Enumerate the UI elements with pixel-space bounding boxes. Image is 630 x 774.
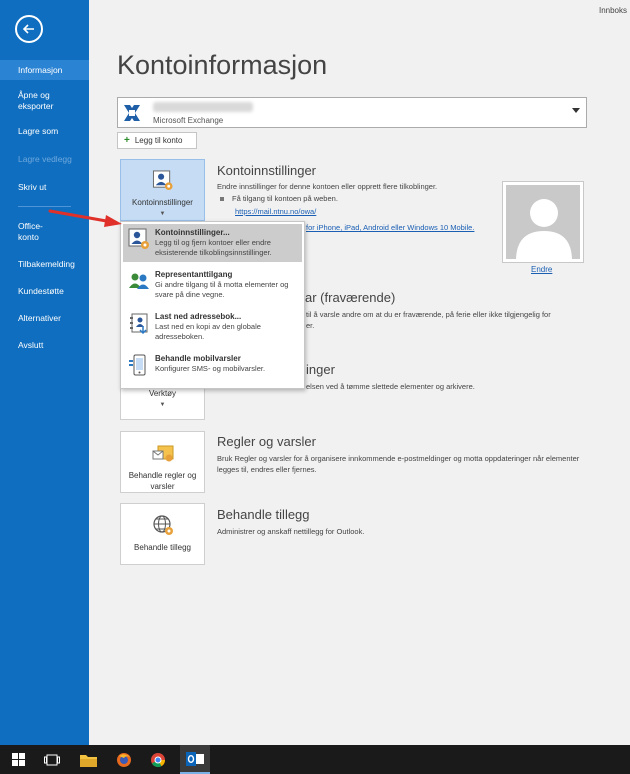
chevron-down-icon [572, 108, 580, 113]
menu-item-desc: Gi andre tilgang til å motta elementer o… [155, 280, 289, 299]
exchange-icon [121, 102, 143, 124]
addins-title: Behandle tillegg [217, 507, 310, 522]
back-button[interactable] [15, 15, 43, 43]
profile-picture[interactable] [502, 181, 584, 263]
auto-reply-desc-1: til å varsle andre om at du er fraværend… [306, 310, 551, 319]
tools-tile-label: Verktøy [148, 389, 177, 398]
addins-tile[interactable]: Behandle tillegg [120, 503, 205, 565]
person-silhouette-icon [516, 199, 572, 259]
menu-item-desc: Last ned en kopi av den globale adresseb… [155, 322, 261, 341]
menu-item-title: Last ned adressebok... [155, 312, 242, 321]
globe-icon [152, 515, 173, 535]
page-title: Kontoinformasjon [117, 50, 328, 80]
firefox-button[interactable] [110, 745, 138, 774]
rules-desc: Bruk Regler og varsler for å organisere … [217, 454, 580, 474]
cleanup-desc: elsen ved å tømme slettede elementer og … [306, 382, 475, 391]
account-email-redacted [153, 102, 253, 112]
auto-reply-title: ar (fraværende) [305, 290, 396, 305]
arrow-left-icon [22, 24, 34, 34]
addins-tile-label: Behandle tillegg [134, 543, 191, 552]
chrome-icon [151, 752, 166, 767]
bullet-icon [220, 197, 224, 202]
cleanup-title: inger [306, 362, 335, 377]
add-account-label: Legg til konto [134, 136, 183, 145]
account-web-bullet: Få tilgang til kontoen på weben. [220, 194, 338, 203]
windows-start-icon [11, 753, 25, 766]
nav-item-apne-eksporter[interactable]: Åpne og eksporter [0, 90, 70, 112]
menu-item-desc: Legg til og fjern kontoer eller endre ek… [155, 238, 272, 257]
account-settings-tile[interactable]: Kontoinnstillinger ▼ [120, 159, 205, 221]
change-photo-link[interactable]: Endre [531, 265, 552, 274]
account-settings-title: Kontoinnstillinger [217, 163, 317, 178]
address-book-icon [130, 313, 148, 334]
owa-link[interactable]: https://mail.ntnu.no/owa/ [235, 207, 316, 216]
addins-desc: Administrer og anskaff nettillegg for Ou… [217, 527, 365, 536]
rules-tile[interactable]: Behandle regler og varsler [120, 431, 205, 493]
windows-taskbar [0, 745, 630, 774]
account-type: Microsoft Exchange [153, 116, 224, 125]
menu-item-title: Representanttilgang [155, 270, 233, 279]
add-account-button[interactable]: + Legg til konto [117, 132, 197, 149]
chrome-button[interactable] [144, 745, 172, 774]
firefox-icon [117, 752, 131, 767]
account-settings-desc: Endre innstillinger for denne kontoen el… [217, 182, 438, 191]
windows-start-button[interactable] [4, 745, 32, 774]
nav-item-skriv-ut[interactable]: Skriv ut [0, 182, 89, 193]
nav-item-tilbakemelding[interactable]: Tilbakemelding [0, 259, 89, 270]
outlook-icon [186, 751, 204, 766]
nav-item-avslutt[interactable]: Avslutt [0, 340, 89, 351]
menu-item-delegate-access[interactable]: Representanttilgang Gi andre tilgang til… [123, 266, 302, 304]
caret-down-icon: ▼ [159, 402, 166, 408]
caret-down-icon: ▼ [159, 211, 166, 217]
account-settings-menu: Kontoinnstillinger... Legg til og fjern … [120, 221, 305, 389]
nav-item-lagre-som[interactable]: Lagre som [0, 126, 89, 137]
plus-icon: + [124, 135, 130, 146]
mobile-alerts-icon [129, 354, 146, 376]
rules-alerts-icon [152, 445, 173, 462]
mobile-link[interactable]: for iPhone, iPad, Android eller Windows … [306, 223, 474, 232]
nav-item-kundestotte[interactable]: Kundestøtte [0, 286, 89, 297]
rules-title: Regler og varsler [217, 434, 316, 449]
delegate-icon [129, 273, 149, 289]
menu-item-title: Kontoinnstillinger... [155, 228, 230, 237]
backstage-sidebar: Informasjon Åpne og eksporter Lagre som … [0, 0, 89, 745]
account-web-bullet-text: Få tilgang til kontoen på weben. [232, 194, 338, 203]
nav-item-lagre-vedlegg: Lagre vedlegg [18, 154, 72, 164]
nav-item-informasjon[interactable]: Informasjon [0, 60, 89, 80]
nav-item-alternativer[interactable]: Alternativer [0, 313, 89, 324]
menu-item-desc: Konfigurer SMS- og mobilvarsler. [155, 364, 266, 373]
account-settings-icon [128, 228, 149, 249]
task-view-button[interactable] [38, 745, 66, 774]
menu-item-title: Behandle mobilvarsler [155, 354, 241, 363]
menu-item-mobile-alerts[interactable]: Behandle mobilvarsler Konfigurer SMS- og… [123, 350, 302, 388]
file-explorer-button[interactable] [74, 745, 102, 774]
file-explorer-icon [79, 754, 97, 767]
outlook-button[interactable] [180, 745, 210, 774]
task-view-icon [44, 754, 60, 765]
annotation-arrow-icon [48, 209, 122, 227]
menu-item-account-settings[interactable]: Kontoinnstillinger... Legg til og fjern … [123, 224, 302, 262]
window-title: Innboks [598, 6, 627, 15]
account-settings-icon [152, 170, 173, 191]
auto-reply-desc-2: er. [306, 321, 315, 330]
account-selector[interactable]: Microsoft Exchange [117, 97, 587, 128]
account-settings-tile-label: Kontoinnstillinger [132, 198, 193, 207]
rules-tile-label: Behandle regler og varsler [128, 471, 197, 491]
menu-item-download-address-book[interactable]: Last ned adressebok... Last ned en kopi … [123, 308, 302, 346]
